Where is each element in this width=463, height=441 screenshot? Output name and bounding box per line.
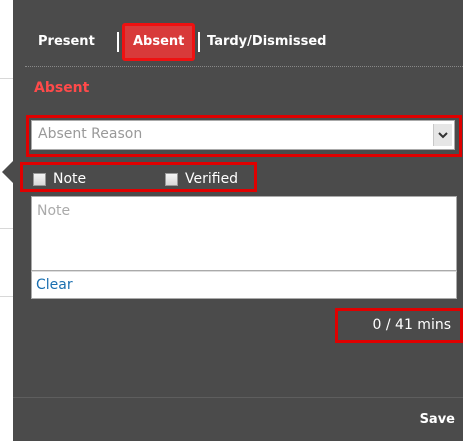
note-checkbox-row[interactable]: Note [33,170,86,188]
verified-checkbox-label: Verified [185,171,239,187]
tab-present[interactable]: Present [38,32,95,52]
save-button[interactable]: Save [420,412,455,427]
note-checkbox[interactable] [33,172,46,186]
absent-reason-select[interactable]: Absent Reason [31,120,455,150]
chevron-down-icon [438,131,448,138]
note-placeholder: Note [37,203,71,219]
verified-checkbox-row[interactable]: Verified [165,170,238,188]
note-textarea[interactable]: Note [31,196,457,271]
tab-tardy-dismissed[interactable]: Tardy/Dismissed [207,32,327,52]
clear-link[interactable]: Clear [36,277,73,293]
tabs-divider [25,66,463,67]
note-checkbox-label: Note [53,171,87,187]
tab-separator [198,32,200,52]
background-divider [0,228,13,229]
section-title: Absent [34,80,90,96]
dropdown-button[interactable] [433,124,452,146]
note-footer: Clear [31,271,457,299]
background-divider [0,296,13,297]
absent-reason-placeholder: Absent Reason [38,126,143,142]
background-divider [0,78,13,79]
minutes-counter: 0 / 41 mins [372,317,451,333]
tab-separator [117,32,119,52]
status-tabs: Present Absent Tardy/Dismissed [25,22,463,66]
attendance-popover: Present Absent Tardy/Dismissed Absent Ab… [13,0,463,441]
verified-checkbox[interactable] [165,172,178,186]
footer-divider [13,397,463,398]
tab-absent[interactable]: Absent [122,23,196,61]
